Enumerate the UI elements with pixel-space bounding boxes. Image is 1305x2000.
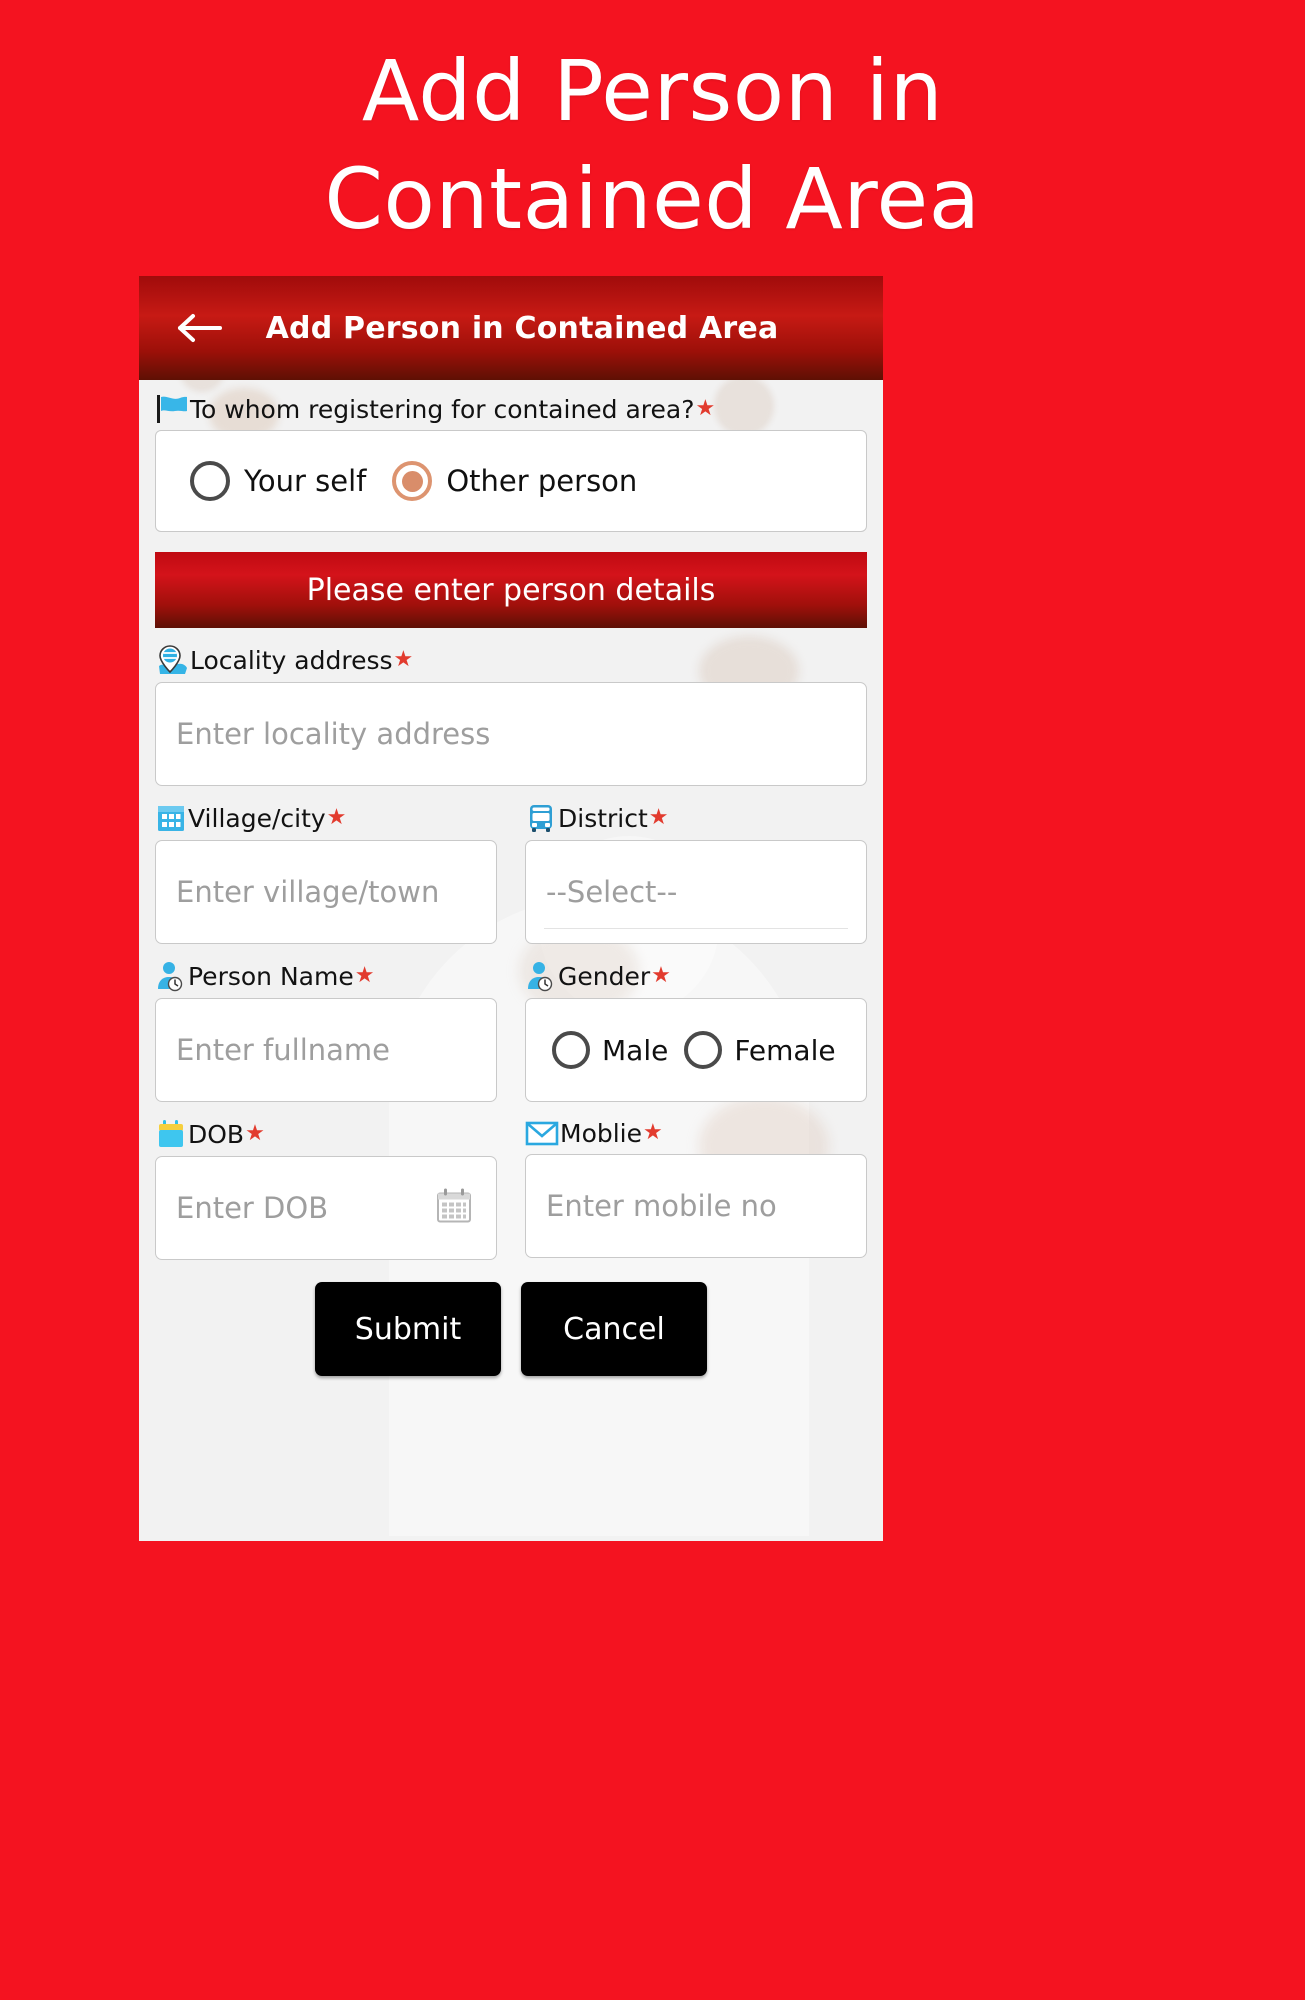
mobile-label-text: Moblie — [560, 1118, 643, 1148]
registering-question-label: To whom registering for contained area? … — [155, 394, 867, 424]
locality-address-text: Locality address — [190, 645, 393, 675]
district-block: District ★ --Select-- — [525, 802, 867, 944]
locality-address-input[interactable]: Enter locality address — [155, 682, 867, 786]
person-icon — [525, 960, 557, 992]
radio-label-female: Female — [734, 1033, 836, 1067]
mobile-placeholder: Enter mobile no — [546, 1189, 777, 1223]
gender-radio-group[interactable]: Male Female — [525, 998, 867, 1102]
bottom-spacer — [155, 1376, 867, 1496]
radio-circle-female[interactable] — [684, 1031, 723, 1069]
district-select-underline — [544, 928, 848, 929]
radio-label-your-self: Your self — [244, 464, 367, 498]
mobile-block: Moblie ★ Enter mobile no — [525, 1118, 867, 1260]
promo-banner: Add Person in Contained Area — [0, 0, 1305, 253]
back-arrow-icon[interactable] — [171, 299, 229, 357]
map-pin-icon — [155, 644, 189, 676]
registering-question-text: To whom registering for contained area? — [190, 394, 695, 424]
calendar-picker-icon[interactable] — [434, 1186, 474, 1231]
required-star-village: ★ — [326, 805, 347, 830]
radio-option-other-person[interactable]: Other person — [392, 461, 637, 501]
radio-circle-male[interactable] — [552, 1031, 590, 1069]
village-block: Village/city ★ Enter village/town — [155, 802, 497, 944]
radio-circle-other-person[interactable] — [392, 461, 433, 501]
gender-label: Gender ★ — [525, 960, 867, 992]
required-star-dob: ★ — [245, 1121, 265, 1146]
person-name-label: Person Name ★ — [155, 960, 497, 992]
district-label-text: District — [558, 803, 648, 833]
required-star-question: ★ — [695, 396, 716, 421]
radio-option-female[interactable]: Female — [684, 1031, 836, 1069]
dob-mobile-row: DOB ★ Enter DOB Moblie ★ Enter mobile no — [155, 1118, 867, 1260]
radio-circle-your-self[interactable] — [190, 461, 230, 501]
cancel-button[interactable]: Cancel — [521, 1282, 707, 1376]
form-actions: Submit Cancel — [155, 1282, 867, 1376]
flag-icon — [155, 394, 189, 424]
name-gender-row: Person Name ★ Enter fullname Gender ★ Ma… — [155, 960, 867, 1102]
app-screen: Add Person in Contained Area To whom reg… — [139, 276, 883, 1541]
promo-headline-line-1: Add Person in — [361, 42, 944, 140]
required-star-locality: ★ — [393, 647, 414, 672]
person-name-placeholder: Enter fullname — [176, 1033, 391, 1067]
person-details-banner: Please enter person details — [155, 552, 867, 628]
village-placeholder: Enter village/town — [176, 875, 440, 909]
app-bar-title: Add Person in Contained Area — [265, 310, 779, 346]
submit-button[interactable]: Submit — [315, 1282, 501, 1376]
locality-address-block: Locality address ★ Enter locality addres… — [155, 644, 867, 786]
gender-block: Gender ★ Male Female — [525, 960, 867, 1102]
form-content: To whom registering for contained area? … — [139, 380, 883, 1496]
district-selected-value: --Select-- — [546, 875, 678, 909]
required-star-person-name: ★ — [354, 963, 375, 988]
radio-label-other-person: Other person — [446, 464, 638, 498]
person-name-input[interactable]: Enter fullname — [155, 998, 497, 1102]
dob-label: DOB ★ — [155, 1118, 497, 1150]
dob-input[interactable]: Enter DOB — [155, 1156, 497, 1260]
promo-headline-line-2: Contained Area — [324, 149, 981, 248]
required-star-mobile: ★ — [643, 1120, 663, 1145]
dob-placeholder: Enter DOB — [176, 1191, 329, 1225]
app-bar: Add Person in Contained Area — [139, 276, 883, 380]
district-select[interactable]: --Select-- — [525, 840, 867, 944]
mobile-label: Moblie ★ — [525, 1118, 867, 1148]
locality-address-placeholder: Enter locality address — [176, 717, 491, 751]
district-label: District ★ — [525, 802, 867, 834]
calendar-icon — [155, 1118, 187, 1150]
radio-option-male[interactable]: Male — [552, 1031, 668, 1069]
locality-address-label: Locality address ★ — [155, 644, 867, 676]
person-icon — [155, 960, 187, 992]
dob-label-text: DOB — [188, 1119, 245, 1149]
bus-icon — [525, 802, 557, 834]
building-icon — [155, 802, 187, 834]
registering-for-radio-group[interactable]: Your self Other person — [155, 430, 867, 532]
village-input[interactable]: Enter village/town — [155, 840, 497, 944]
village-district-row: Village/city ★ Enter village/town Distri… — [155, 802, 867, 944]
dob-block: DOB ★ Enter DOB — [155, 1118, 497, 1260]
mobile-input[interactable]: Enter mobile no — [525, 1154, 867, 1258]
envelope-icon — [525, 1118, 559, 1148]
gender-label-text: Gender — [558, 961, 651, 991]
person-name-label-text: Person Name — [188, 961, 354, 991]
village-label-text: Village/city — [188, 803, 326, 833]
required-star-gender: ★ — [651, 963, 671, 988]
village-label: Village/city ★ — [155, 802, 497, 834]
required-star-district: ★ — [648, 805, 669, 830]
person-name-block: Person Name ★ Enter fullname — [155, 960, 497, 1102]
radio-label-male: Male — [602, 1033, 669, 1067]
radio-option-your-self[interactable]: Your self — [190, 461, 366, 501]
